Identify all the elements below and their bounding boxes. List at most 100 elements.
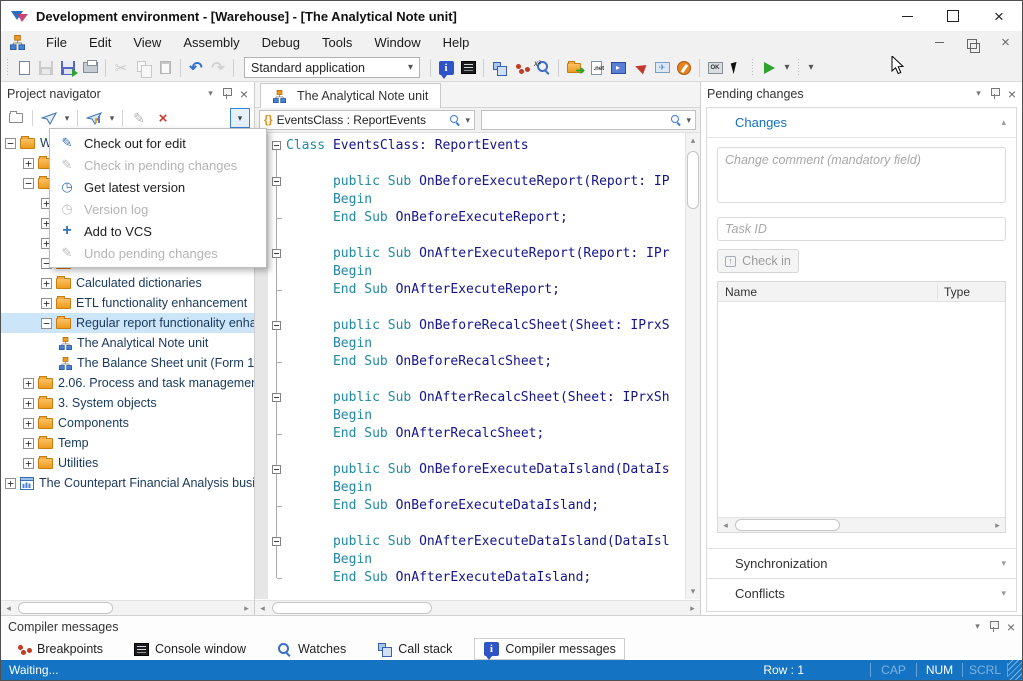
section-changes[interactable]: Changes ▴ <box>707 108 1016 138</box>
menu-tools[interactable]: Tools <box>311 31 363 54</box>
send-report-icon[interactable]: ✈ <box>651 57 673 79</box>
expand-icon[interactable]: ▾ <box>1001 588 1006 599</box>
menu-view[interactable]: View <box>122 31 172 54</box>
toolbar-grip[interactable] <box>5 59 11 77</box>
application-type-combo[interactable]: Standard application▾ <box>244 57 420 78</box>
editor-search-input[interactable] <box>486 112 666 128</box>
bottom-close-icon[interactable]: × <box>1007 620 1015 634</box>
fold-collapse-icon[interactable] <box>272 465 281 474</box>
expand-icon[interactable]: + <box>5 478 16 489</box>
section-synchronization[interactable]: Synchronization ▾ <box>707 549 1016 578</box>
collapse-icon[interactable]: ▴ <box>1001 117 1006 128</box>
object-inspector-icon[interactable]: x² <box>532 57 554 79</box>
tab-call-stack[interactable]: Call stack <box>368 639 460 659</box>
code-line[interactable]: Begin <box>286 407 685 425</box>
code-line[interactable]: public Sub OnBeforeRecalcSheet(Sheet: IP… <box>286 317 685 335</box>
collapse-icon[interactable]: − <box>5 138 16 149</box>
expand-icon[interactable]: + <box>41 298 52 309</box>
scroll-up-icon[interactable]: ▴ <box>686 133 700 148</box>
code-line[interactable]: Class EventsClass: ReportEvents <box>286 137 685 155</box>
editor-hscrollbar[interactable]: ◂ ▸ <box>255 600 700 615</box>
new-document-icon[interactable] <box>13 57 35 79</box>
close-button[interactable]: × <box>976 1 1022 31</box>
collapse-icon[interactable]: − <box>41 318 52 329</box>
run-icon[interactable] <box>758 57 780 79</box>
tree-item[interactable]: +Calculated dictionaries <box>1 273 254 293</box>
scroll-right-icon[interactable]: ▸ <box>239 603 254 614</box>
scroll-left-icon[interactable]: ◂ <box>718 520 733 531</box>
menu-file[interactable]: File <box>35 31 78 54</box>
expand-icon[interactable]: + <box>41 278 52 289</box>
tree-item[interactable]: +3. System objects <box>1 393 254 413</box>
tree-item[interactable]: +ETL functionality enhancement <box>1 293 254 313</box>
paste-icon[interactable] <box>154 57 176 79</box>
fold-collapse-icon[interactable] <box>272 177 281 186</box>
tab-console-window[interactable]: Console window <box>125 639 254 659</box>
code-line[interactable]: End Sub OnBeforeExecuteDataIsland; <box>286 497 685 515</box>
publish-report-icon[interactable] <box>38 108 60 128</box>
save-all-icon[interactable] <box>57 57 79 79</box>
fold-collapse-icon[interactable] <box>272 249 281 258</box>
navigator-close-icon[interactable]: × <box>240 87 248 101</box>
code-line[interactable]: End Sub OnAfterExecuteReport; <box>286 281 685 299</box>
code-line[interactable]: Begin <box>286 263 685 281</box>
tree-item[interactable]: +Temp <box>1 433 254 453</box>
dotnet-assembly-icon[interactable]: .net <box>585 57 607 79</box>
code-line[interactable]: public Sub OnAfterExecuteReport(Report: … <box>286 245 685 263</box>
table-hscrollbar[interactable]: ◂ ▸ <box>718 517 1005 532</box>
find-object-icon[interactable] <box>629 57 651 79</box>
code-line[interactable]: public Sub OnBeforeExecuteReport(Report:… <box>286 173 685 191</box>
console-window-icon[interactable] <box>457 57 479 79</box>
navigator-hscrollbar[interactable]: ◂ ▸ <box>1 600 254 615</box>
expand-icon[interactable]: + <box>23 438 34 449</box>
tab-breakpoints[interactable]: Breakpoints <box>7 639 111 659</box>
scroll-right-icon[interactable]: ▸ <box>685 603 700 614</box>
menu-edit[interactable]: Edit <box>78 31 122 54</box>
code-line[interactable]: Begin <box>286 479 685 497</box>
chevron-down-icon[interactable]: ▾ <box>686 115 691 126</box>
change-comment-input[interactable] <box>717 147 1006 203</box>
undo-icon[interactable]: ↶ <box>185 57 207 79</box>
mdi-close-button[interactable]: × <box>989 34 1022 51</box>
fold-collapse-icon[interactable] <box>272 141 281 150</box>
expand-icon[interactable]: + <box>23 418 34 429</box>
toolbar-grip[interactable] <box>750 59 756 77</box>
bottom-pin-icon[interactable] <box>989 621 998 632</box>
scroll-right-icon[interactable]: ▸ <box>990 520 1005 531</box>
menu-help[interactable]: Help <box>432 31 481 54</box>
help-compass-icon[interactable] <box>673 57 695 79</box>
menu-item-get-latest-version[interactable]: ◷Get latest version <box>50 176 266 198</box>
redo-icon[interactable]: ↷ <box>207 57 229 79</box>
pointer-select-icon[interactable] <box>726 57 748 79</box>
menu-item-check-out-for-edit[interactable]: ✎Check out for edit <box>50 132 266 154</box>
tree-item[interactable]: The Analytical Note unit <box>1 333 254 353</box>
menu-debug[interactable]: Debug <box>251 31 311 54</box>
chevron-down-icon[interactable]: ▾ <box>465 115 470 126</box>
menu-window[interactable]: Window <box>363 31 431 54</box>
code-line[interactable] <box>286 227 685 245</box>
publish-dashboard-icon[interactable] <box>83 108 105 128</box>
editor-vscrollbar[interactable]: ▴ ▾ <box>685 133 700 599</box>
info-icon[interactable]: i <box>435 57 457 79</box>
cut-icon[interactable]: ✂ <box>110 57 132 79</box>
section-conflicts[interactable]: Conflicts ▾ <box>707 579 1016 608</box>
navigator-menu-caret-icon[interactable]: ▾ <box>208 88 213 99</box>
chevron-down-icon[interactable]: ▾ <box>804 62 818 73</box>
code-line[interactable]: End Sub OnBeforeRecalcSheet; <box>286 353 685 371</box>
print-icon[interactable] <box>79 57 101 79</box>
tree-item[interactable]: The Balance Sheet unit (Form 1) <box>1 353 254 373</box>
fold-collapse-icon[interactable] <box>272 537 281 546</box>
scroll-left-icon[interactable]: ◂ <box>255 603 270 614</box>
code-line[interactable] <box>286 515 685 533</box>
copy-icon[interactable] <box>132 57 154 79</box>
code-line[interactable] <box>286 155 685 173</box>
chevron-down-icon[interactable]: ▾ <box>408 62 413 73</box>
save-icon[interactable] <box>35 57 57 79</box>
tree-item[interactable]: +Components <box>1 413 254 433</box>
expand-icon[interactable]: + <box>23 458 34 469</box>
code-line[interactable]: Begin <box>286 551 685 569</box>
pending-pin-icon[interactable] <box>990 88 999 99</box>
breakpoints-icon[interactable] <box>510 57 532 79</box>
code-line[interactable]: public Sub OnAfterRecalcSheet(Sheet: IPr… <box>286 389 685 407</box>
expand-icon[interactable]: + <box>23 158 34 169</box>
